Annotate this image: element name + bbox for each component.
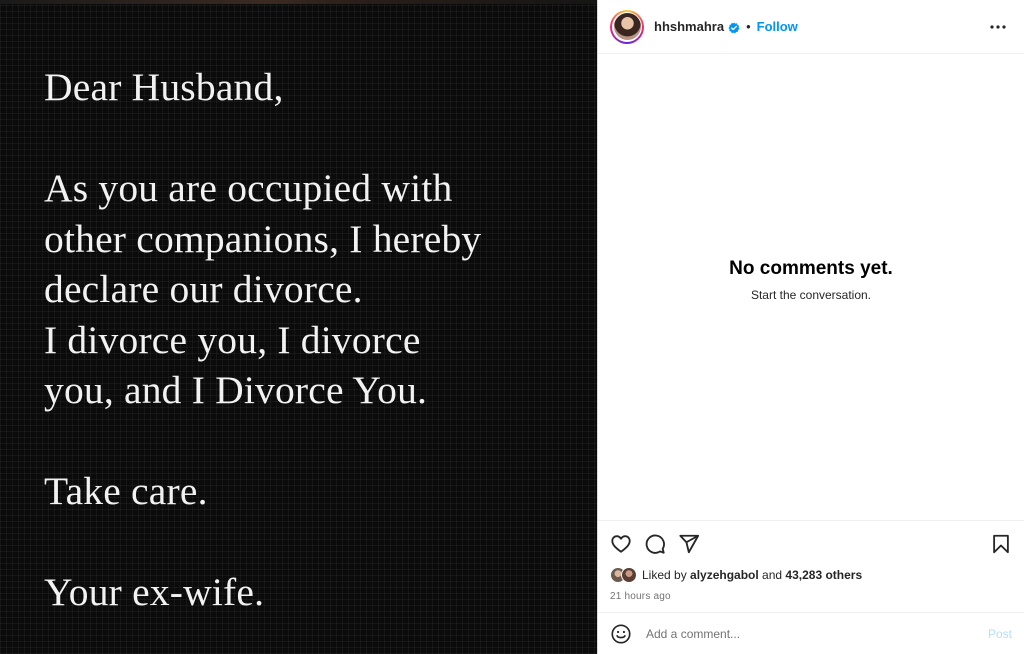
more-options-icon[interactable] xyxy=(988,18,1008,36)
likes-others-link[interactable]: 43,283 others xyxy=(785,568,862,582)
heart-icon[interactable] xyxy=(610,533,632,555)
letter-line: Take care. xyxy=(44,469,208,513)
likes-text: Liked by alyzehgabol and 43,283 others xyxy=(642,568,862,582)
post-viewer: Dear Husband, As you are occupied with o… xyxy=(0,0,1024,654)
liker-avatar[interactable] xyxy=(621,567,637,583)
post-header: hhshmahra • Follow xyxy=(598,0,1024,54)
letter-line: Dear Husband, xyxy=(44,65,284,109)
follow-button[interactable]: Follow xyxy=(757,19,798,34)
letter-line: As you are occupied with xyxy=(44,166,453,210)
letter-line: other companions, I hereby xyxy=(44,216,482,261)
emoji-icon[interactable] xyxy=(610,623,632,645)
post-comment-button[interactable]: Post xyxy=(988,627,1012,641)
comment-input[interactable] xyxy=(646,626,980,641)
comment-icon[interactable] xyxy=(644,533,666,555)
letter-line: declare our divorce. xyxy=(44,267,363,311)
letter-spacer xyxy=(44,113,584,164)
likes-prefix: Liked by xyxy=(642,568,691,582)
letter-text: Dear Husband, As you are occupied with o… xyxy=(44,62,584,618)
post-timestamp[interactable]: 21 hours ago xyxy=(610,591,671,602)
likes-middle: and xyxy=(758,568,786,582)
letter-line: I divorce you, I divorce xyxy=(44,317,421,362)
likes-summary: Liked by alyzehgabol and 43,283 others xyxy=(610,567,862,583)
header-separator: • xyxy=(746,19,751,34)
avatar-inner xyxy=(612,11,642,42)
post-actions: Liked by alyzehgabol and 43,283 others 2… xyxy=(598,520,1024,612)
avatar-image xyxy=(613,13,641,40)
username-link[interactable]: hhshmahra xyxy=(654,19,724,34)
share-icon[interactable] xyxy=(678,533,700,555)
bookmark-icon[interactable] xyxy=(990,533,1012,555)
avatar[interactable] xyxy=(610,9,644,44)
liker-username-link[interactable]: alyzehgabol xyxy=(690,568,759,582)
action-icons xyxy=(610,533,700,555)
letter-spacer xyxy=(44,517,584,568)
no-comments-title: No comments yet. xyxy=(729,258,893,279)
verified-badge-icon xyxy=(728,21,740,33)
no-comments-subtitle: Start the conversation. xyxy=(750,288,872,302)
letter-spacer xyxy=(44,416,584,467)
letter-line: you, and I Divorce You. xyxy=(44,368,428,412)
letter-line: Your ex-wife. xyxy=(44,570,265,614)
add-comment-bar: Post xyxy=(598,612,1024,654)
comments-section: No comments yet. Start the conversation. xyxy=(598,54,1024,520)
post-image[interactable]: Dear Husband, As you are occupied with o… xyxy=(0,0,597,654)
post-side-panel: hhshmahra • Follow No comments yet. Star… xyxy=(597,0,1024,654)
